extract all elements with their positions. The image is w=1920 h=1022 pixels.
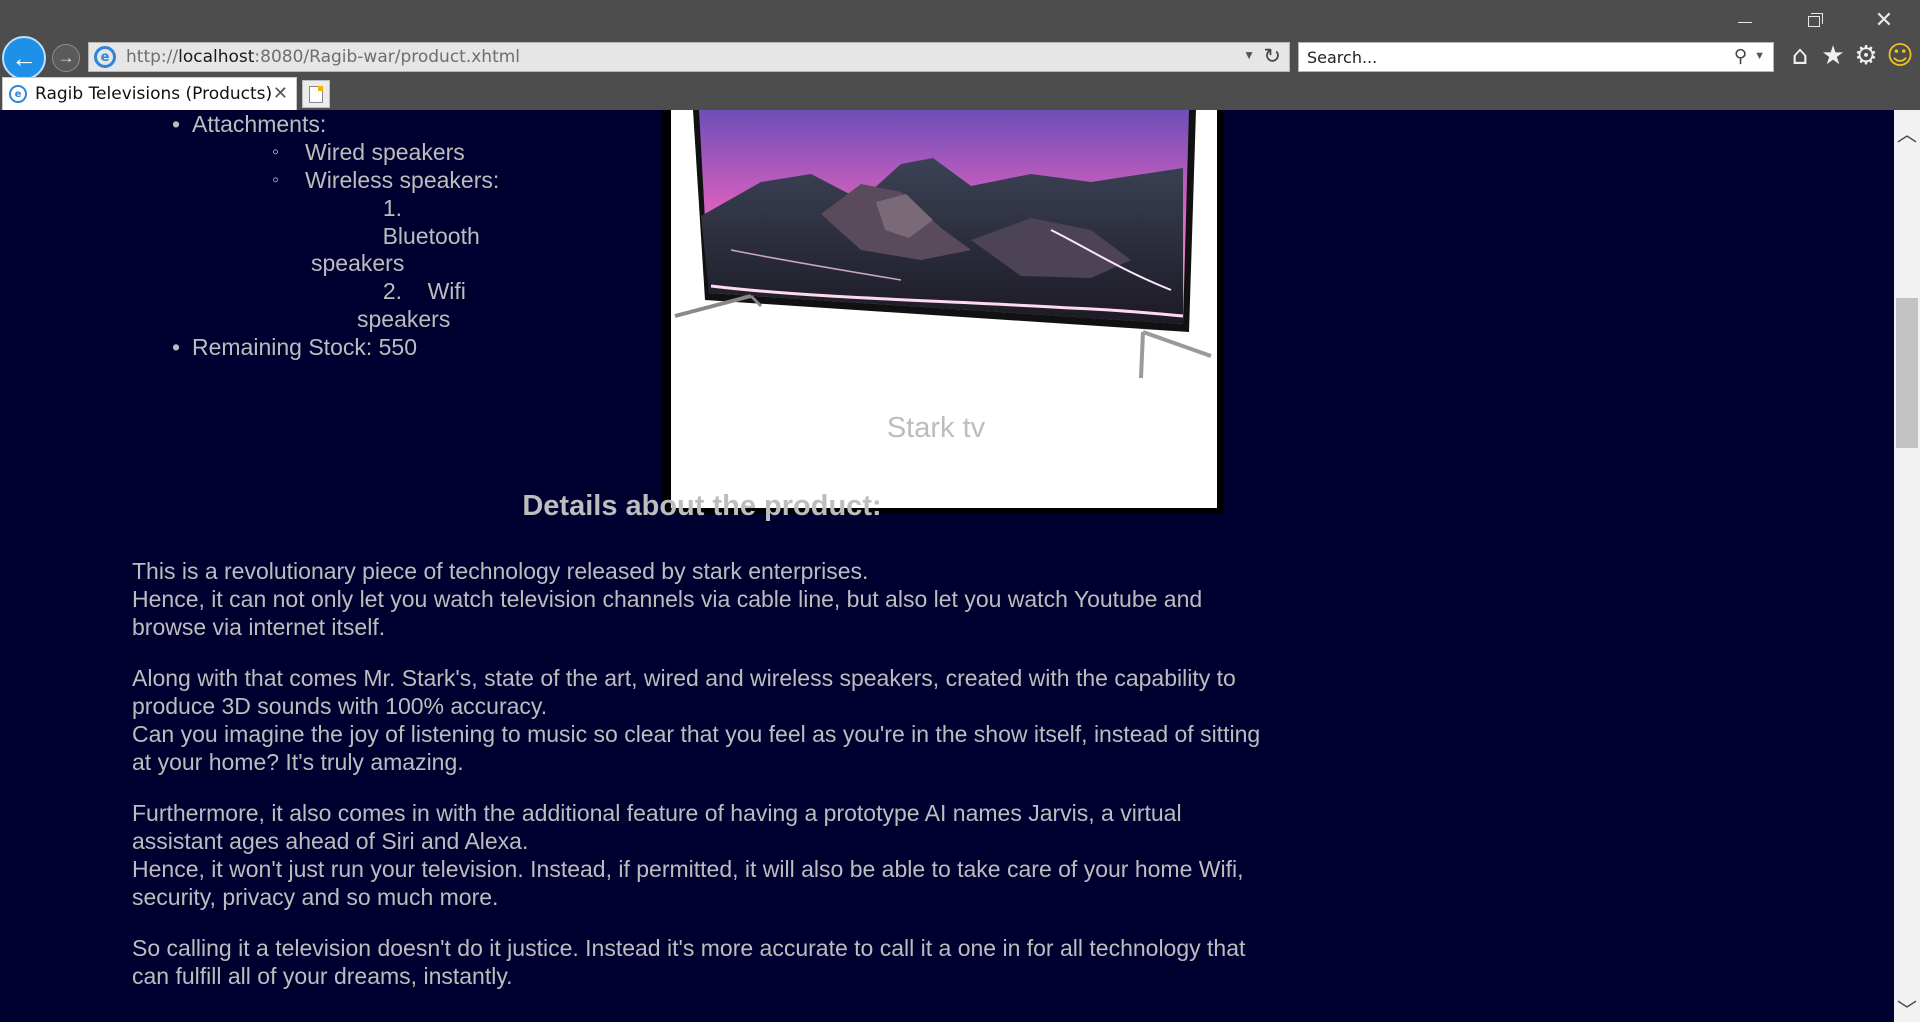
close-window-button[interactable]: ✕: [1848, 0, 1920, 42]
list-number: 1.: [382, 195, 402, 221]
list-number: 2.: [382, 278, 402, 304]
ie-icon: e: [94, 46, 116, 68]
url-host: localhost: [178, 47, 255, 67]
tab-title: Ragib Televisions (Products): [35, 84, 273, 104]
new-tab-icon: [309, 85, 323, 103]
product-image: [671, 110, 1217, 508]
tab-ie-icon: e: [9, 85, 27, 103]
details-text: Furthermore, it also comes in with the a…: [132, 800, 1182, 854]
back-arrow-icon: ←: [11, 42, 37, 73]
tab-ragib-televisions[interactable]: e Ragib Televisions (Products) ✕: [2, 77, 297, 110]
forward-button[interactable]: →: [52, 44, 80, 72]
browser-chrome: ✕ ← → e http://localhost:8080/Ragib-war/…: [0, 0, 1920, 110]
search-box[interactable]: ⚲ ▼: [1298, 42, 1774, 72]
bluetooth-label-wrap: speakers: [311, 250, 405, 276]
bluetooth-label: Bluetooth: [382, 223, 480, 249]
spec-wired-speakers: Wired speakers: [272, 138, 515, 166]
back-button[interactable]: ←: [2, 36, 46, 80]
scrollbar-thumb[interactable]: [1896, 298, 1918, 448]
product-spec-list: Attachments: Wired speakers Wireless spe…: [172, 110, 515, 361]
details-text: Hence, it can not only let you watch tel…: [132, 586, 1203, 640]
scroll-up-icon[interactable]: ︿: [1894, 118, 1920, 146]
close-icon: ✕: [1874, 8, 1894, 33]
tab-close-icon[interactable]: ✕: [273, 83, 288, 104]
tab-strip: e Ragib Televisions (Products) ✕: [0, 76, 1920, 110]
scroll-down-icon[interactable]: ﹀: [1894, 994, 1920, 1022]
product-page: Attachments: Wired speakers Wireless spe…: [0, 110, 1894, 1022]
url-path: :8080/Ragib-war/product.xhtml: [254, 47, 521, 67]
minimize-button[interactable]: [1710, 0, 1780, 42]
url-scheme: http://: [126, 47, 179, 67]
address-bar[interactable]: e http://localhost:8080/Ragib-war/produc…: [88, 42, 1290, 72]
spec-wifi-speakers: 2. Wifi speakers: [305, 277, 515, 333]
search-icon[interactable]: ⚲: [1734, 46, 1747, 67]
search-dropdown-icon[interactable]: ▼: [1754, 50, 1765, 62]
tv-illustration: [674, 110, 1212, 379]
spec-remaining-stock: Remaining Stock: 550: [172, 333, 515, 361]
star-icon[interactable]: ★: [1817, 40, 1849, 72]
new-tab-button[interactable]: [302, 80, 330, 108]
page-viewport: Attachments: Wired speakers Wireless spe…: [0, 110, 1894, 1022]
details-paragraph-4: So calling it a television doesn't do it…: [132, 934, 1272, 990]
details-text: Along with that comes Mr. Stark's, state…: [132, 665, 1236, 719]
details-paragraph-2: Along with that comes Mr. Stark's, state…: [132, 664, 1272, 776]
details-text: So calling it a television doesn't do it…: [132, 935, 1246, 989]
spec-bluetooth-speakers: 1. Bluetooth speakers: [305, 194, 515, 277]
gear-icon[interactable]: ⚙: [1850, 40, 1882, 72]
details-text: Hence, it won't just run your television…: [132, 856, 1244, 910]
spec-attachments: Attachments: Wired speakers Wireless spe…: [172, 110, 515, 333]
minimize-icon: [1738, 21, 1752, 23]
details-text: This is a revolutionary piece of technol…: [132, 558, 869, 584]
spec-wireless-speakers: Wireless speakers: 1. Bluetoothspeakers …: [272, 166, 515, 333]
smiley-icon[interactable]: ☺: [1884, 40, 1916, 72]
wireless-speakers-label: Wireless speakers:: [305, 167, 500, 193]
details-heading: Details about the product:: [522, 490, 882, 522]
vertical-scrollbar[interactable]: ︿ ﹀: [1894, 110, 1920, 1022]
search-input[interactable]: [1299, 47, 1699, 67]
details-paragraph-3: Furthermore, it also comes in with the a…: [132, 799, 1272, 911]
restore-button[interactable]: [1779, 0, 1849, 42]
attachments-label: Attachments:: [192, 111, 327, 137]
address-dropdown-icon[interactable]: ▼: [1243, 48, 1255, 62]
wired-speakers-label: Wired speakers: [305, 139, 465, 165]
product-caption: Stark tv: [886, 412, 986, 444]
details-paragraph-1: This is a revolutionary piece of technol…: [132, 557, 1272, 641]
forward-arrow-icon: →: [57, 48, 75, 67]
remaining-stock: Remaining Stock: 550: [192, 334, 418, 360]
details-text: Can you imagine the joy of listening to …: [132, 721, 1261, 775]
refresh-icon[interactable]: ↻: [1263, 44, 1281, 68]
home-icon[interactable]: ⌂: [1784, 40, 1816, 72]
url-text[interactable]: http://localhost:8080/Ragib-war/product.…: [126, 47, 520, 67]
restore-icon: [1808, 12, 1823, 27]
